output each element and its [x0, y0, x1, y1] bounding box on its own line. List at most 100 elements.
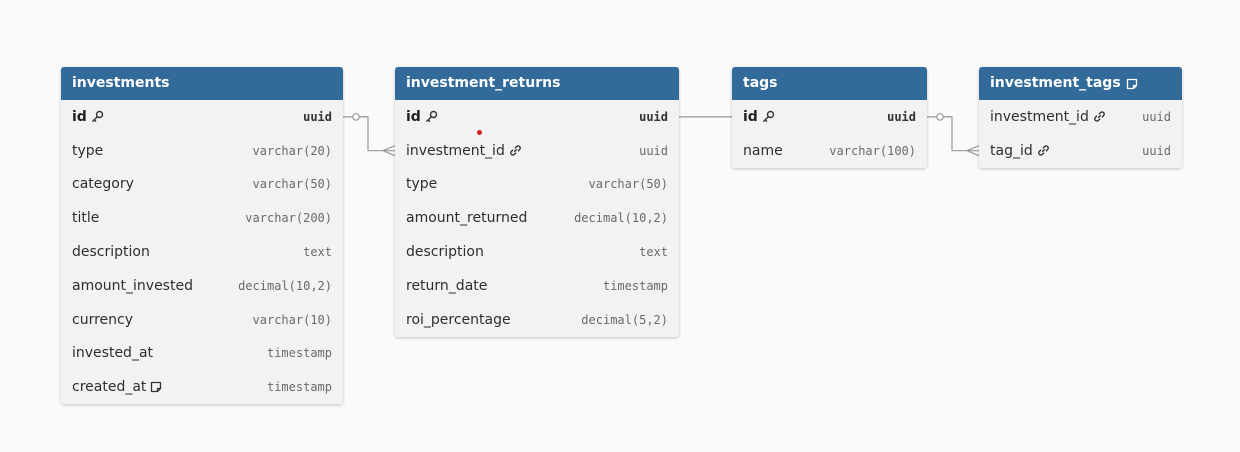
column-type: varchar(10) — [252, 312, 332, 327]
column-name: currency — [72, 312, 133, 328]
column-type: decimal(10,2) — [574, 211, 668, 226]
column-name-text: type — [406, 176, 438, 193]
column-row[interactable]: type varchar(50) — [395, 168, 679, 202]
column-name: investment_id — [406, 143, 522, 159]
table-header[interactable]: investments — [61, 67, 343, 100]
column-row[interactable]: investment_id uuid — [979, 100, 1182, 134]
column-name: type — [406, 176, 437, 192]
column-name-text: category — [72, 176, 134, 193]
column-type: uuid — [1142, 143, 1171, 158]
column-type: timestamp — [266, 380, 332, 395]
relation-line — [927, 116, 979, 152]
column-name: title — [72, 210, 99, 226]
column-type: uuid — [303, 109, 332, 124]
column-row[interactable]: title varchar(200) — [61, 201, 343, 235]
column-type: varchar(20) — [252, 143, 332, 158]
column-name: description — [406, 244, 484, 260]
column-row[interactable]: amount_returned decimal(10,2) — [395, 201, 679, 235]
column-type: text — [303, 245, 332, 260]
diagram-canvas: investments id uuid type varchar(20) categor… — [0, 0, 1240, 452]
relation-many-marker — [966, 145, 980, 157]
column-name: name — [743, 143, 783, 159]
column-type: uuid — [639, 109, 668, 124]
column-row[interactable]: id uuid — [395, 100, 679, 134]
column-name-text: type — [72, 142, 104, 159]
table-investment-tags[interactable]: investment_tags investment_id uuid tag_id u… — [979, 67, 1182, 168]
column-name-text: investment_id — [990, 108, 1089, 125]
table-title: tags — [743, 75, 778, 91]
column-list: id uuid investment_id uuid type varchar(50) am… — [395, 100, 679, 337]
column-name: amount_invested — [72, 278, 193, 294]
column-name: type — [72, 143, 103, 159]
column-row[interactable]: id uuid — [61, 100, 343, 134]
column-row[interactable]: type varchar(20) — [61, 134, 343, 168]
column-list: id uuid type varchar(20) category varchar(50)… — [61, 100, 343, 404]
column-row[interactable]: id uuid — [732, 100, 927, 134]
column-name: return_date — [406, 278, 487, 294]
table-title: investments — [72, 75, 170, 91]
key-icon — [91, 110, 104, 123]
column-name: category — [72, 176, 134, 192]
column-type: varchar(200) — [245, 211, 332, 226]
relation-many-marker — [382, 145, 396, 157]
column-row[interactable]: created_at timestamp — [61, 370, 343, 404]
column-name: created_at — [72, 379, 162, 395]
column-list: investment_id uuid tag_id uuid — [979, 100, 1182, 168]
column-type: decimal(5,2) — [581, 312, 668, 327]
table-title: investment_returns — [406, 75, 561, 91]
column-type: uuid — [1142, 109, 1171, 124]
column-row[interactable]: roi_percentage decimal(5,2) — [395, 303, 679, 337]
table-investment-returns[interactable]: investment_returns id uuid investment_id uu… — [395, 67, 679, 337]
column-name: amount_returned — [406, 210, 527, 226]
column-name-text: amount_returned — [406, 210, 528, 227]
column-name-text: amount_invested — [72, 277, 193, 294]
column-name-text: id — [406, 108, 421, 125]
table-header[interactable]: investment_returns — [395, 67, 679, 100]
column-name-text: id — [72, 108, 87, 125]
column-row[interactable]: return_date timestamp — [395, 269, 679, 303]
column-name: description — [72, 244, 150, 260]
column-row[interactable]: invested_at timestamp — [61, 337, 343, 371]
cursor-marker — [477, 130, 482, 135]
column-type: varchar(50) — [252, 177, 332, 192]
table-header[interactable]: investment_tags — [979, 67, 1182, 100]
column-name-text: currency — [72, 311, 133, 328]
column-name-text: return_date — [406, 277, 488, 294]
column-name: tag_id — [990, 143, 1050, 159]
column-name: id — [72, 109, 104, 125]
column-row[interactable]: description text — [61, 235, 343, 269]
key-icon — [762, 110, 775, 123]
link-icon — [1093, 110, 1106, 123]
column-row[interactable]: category varchar(50) — [61, 168, 343, 202]
column-type: uuid — [887, 109, 916, 124]
table-tags[interactable]: tags id uuid name varchar(100) — [732, 67, 927, 168]
column-row[interactable]: name varchar(100) — [732, 134, 927, 168]
column-name-text: name — [743, 142, 783, 159]
column-type: varchar(50) — [588, 177, 668, 192]
note-icon[interactable] — [1126, 78, 1138, 90]
column-row[interactable]: amount_invested decimal(10,2) — [61, 269, 343, 303]
table-investments[interactable]: investments id uuid type varchar(20) categor… — [61, 67, 343, 405]
column-row[interactable]: tag_id uuid — [979, 134, 1182, 168]
column-name-text: title — [72, 210, 100, 227]
column-name: invested_at — [72, 345, 153, 361]
column-name: investment_id — [990, 109, 1106, 125]
column-type: timestamp — [602, 278, 668, 293]
table-header[interactable]: tags — [732, 67, 927, 100]
column-name: id — [406, 109, 438, 125]
column-type: timestamp — [266, 346, 332, 361]
column-type: text — [639, 245, 668, 260]
column-row[interactable]: description text — [395, 235, 679, 269]
column-name-text: invested_at — [72, 345, 154, 362]
column-name-text: id — [743, 108, 758, 125]
relation-one-marker — [352, 113, 360, 121]
column-row[interactable]: investment_id uuid — [395, 134, 679, 168]
column-row[interactable]: currency varchar(10) — [61, 303, 343, 337]
column-name: id — [743, 109, 775, 125]
column-type: decimal(10,2) — [238, 278, 332, 293]
link-icon — [1037, 144, 1050, 157]
note-icon[interactable] — [150, 381, 162, 393]
column-name-text: description — [406, 244, 484, 261]
key-icon — [425, 110, 438, 123]
column-list: id uuid name varchar(100) — [732, 100, 927, 168]
